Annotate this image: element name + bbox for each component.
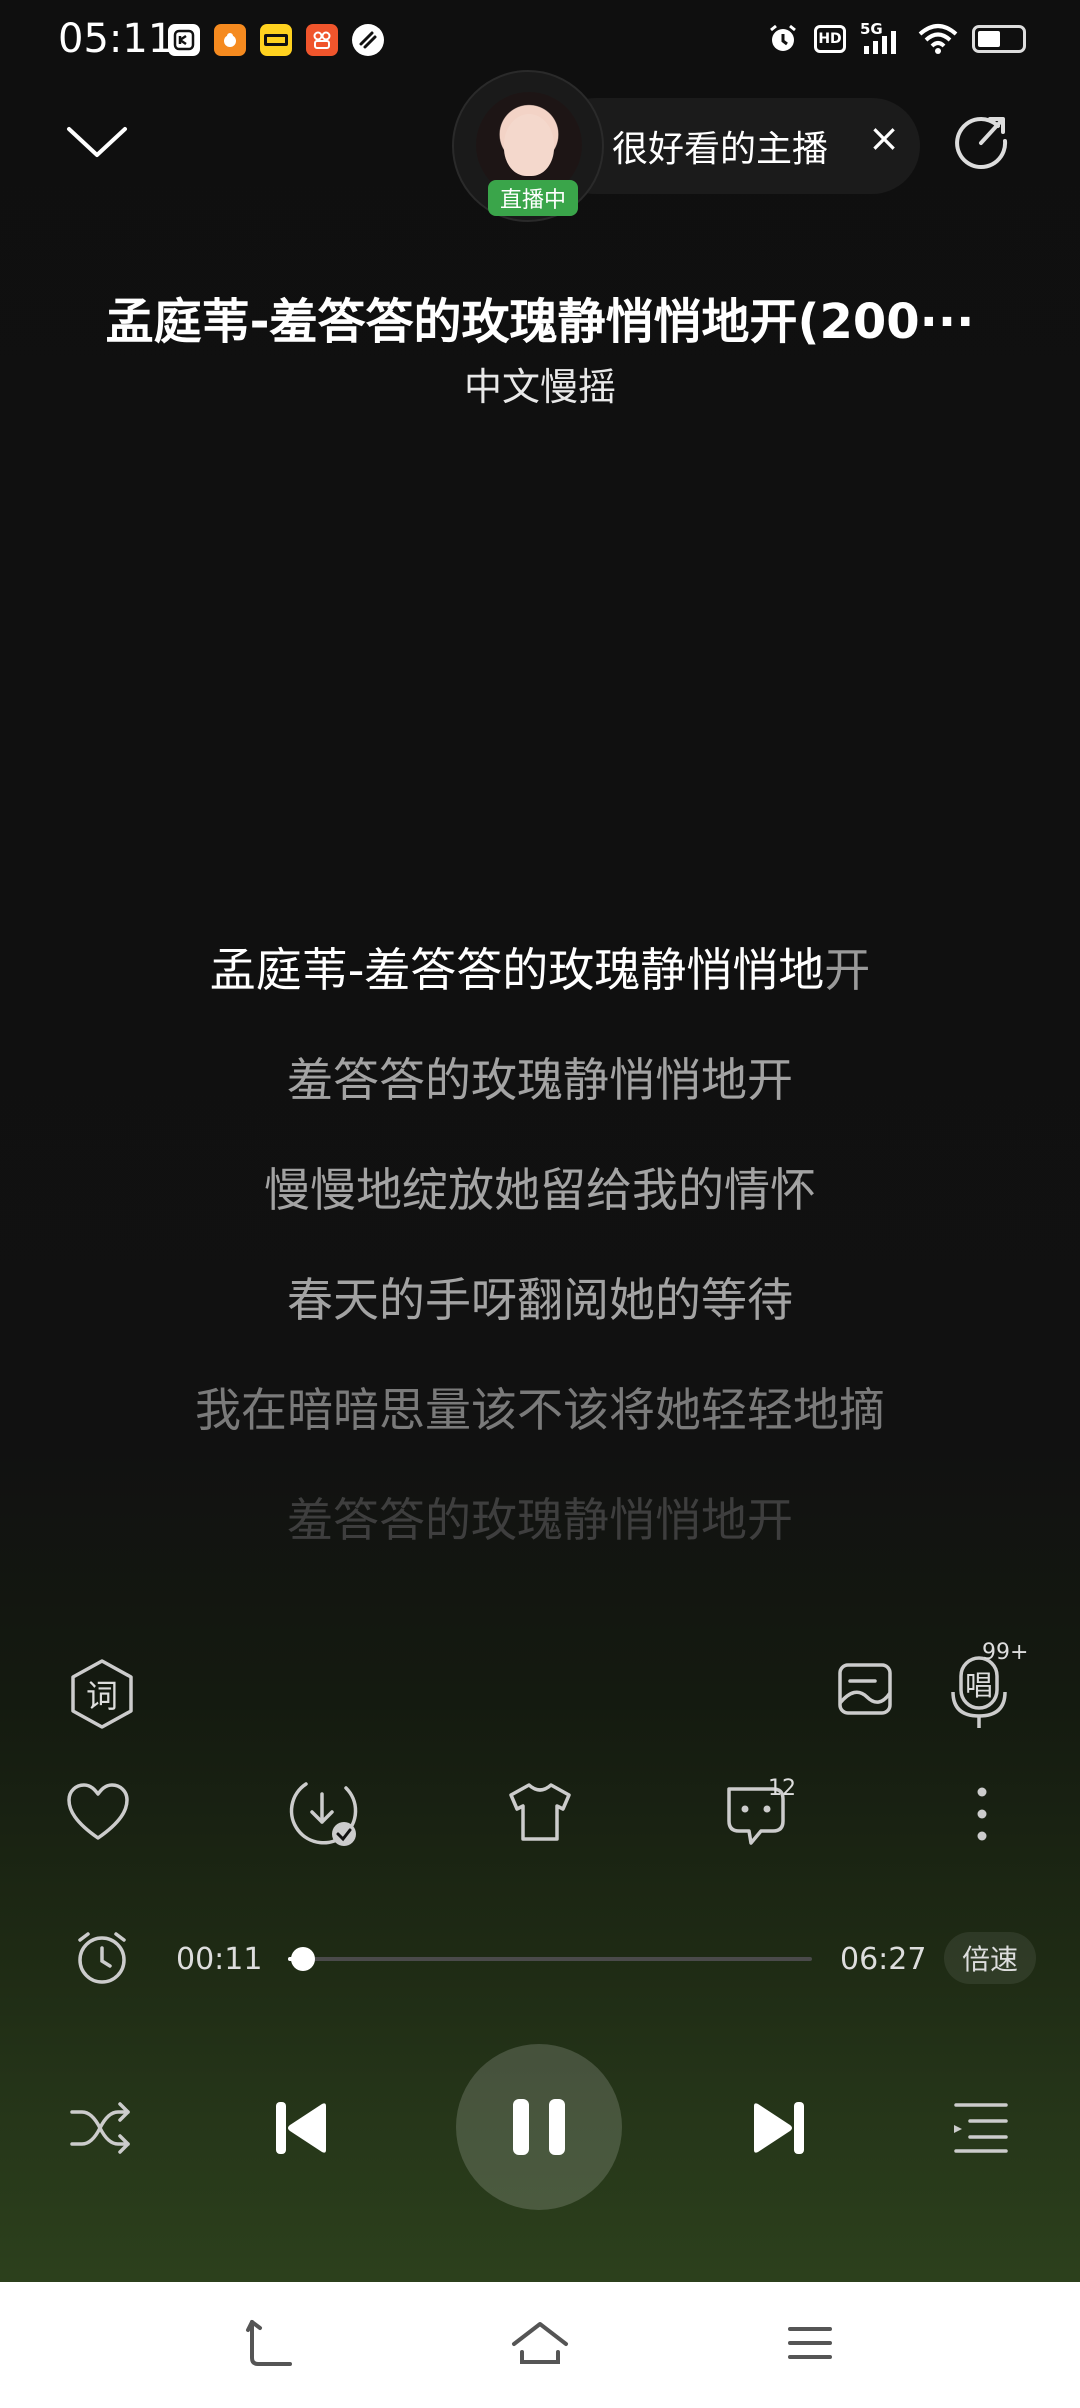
shuffle-button[interactable] [62,2090,138,2166]
chevron-down-icon [67,127,127,157]
lyric-line-active[interactable]: 孟庭苇-羞答答的玫瑰静悄悄地开 [0,934,1080,1000]
lyrics-poster-icon [838,1663,892,1715]
lyrics-poster-button[interactable] [830,1654,900,1724]
network-label: 5G [860,20,883,38]
home-icon [512,2322,568,2364]
sleep-timer-button[interactable] [70,1926,134,1990]
signal-icon: 5G [860,20,904,56]
sing-count-badge: 99+ [982,1640,1029,1665]
system-menu-button[interactable] [774,2310,846,2376]
skin-button[interactable] [504,1778,576,1846]
share-button[interactable] [950,110,1012,172]
song-subtitle[interactable]: 中文慢摇 [0,356,1080,411]
lyric-line[interactable]: 慢慢地绽放她留给我的情怀 [0,1154,1080,1220]
avatar-face [504,114,554,176]
battery-icon [972,25,1026,53]
skip-previous-icon [276,2102,326,2154]
total-time: 06:27 [840,1942,927,1977]
kuaikan-icon [260,24,292,56]
pause-button[interactable] [456,2044,622,2210]
status-time: 05:11 [58,16,174,62]
playlist-button[interactable] [944,2090,1016,2166]
lyric-remaining-part: 开 [824,943,871,997]
app-icon-1 [168,24,200,56]
more-vertical-icon [977,1787,987,1841]
hd-icon: HD [814,25,846,53]
alarm-clock-icon [78,1932,126,1984]
download-done-icon [289,1782,358,1846]
pause-icon [513,2099,565,2155]
close-icon: × [868,116,900,160]
live-close-button[interactable]: × [862,116,906,160]
current-time: 00:11 [176,1942,263,1977]
system-navigation-bar [0,2282,1080,2408]
app-icon-2 [214,24,246,56]
app-icon-5 [352,24,384,56]
back-icon [246,2320,292,2366]
shuffle-icon [70,2102,130,2154]
system-back-button[interactable] [234,2310,306,2376]
live-streamer-banner[interactable]: 直播中 很好看的主播 × [452,70,924,222]
live-streamer-text[interactable]: 很好看的主播 [612,120,828,172]
player-screen: 05:11 HD 5G 直播中 很好看的主播 × 孟庭苇-羞答答的玫瑰静悄悄地开… [0,0,1080,2408]
system-home-button[interactable] [504,2310,576,2376]
wifi-icon [918,22,958,56]
menu-icon [788,2327,832,2359]
lyric-line[interactable]: 羞答答的玫瑰静悄悄地开 [0,1484,1080,1550]
skip-next-icon [754,2102,804,2154]
lyrics-mode-label: 词 [85,1677,118,1715]
app-icon-4 [306,24,338,56]
alarm-icon [766,22,800,56]
heart-icon [67,1783,129,1840]
progress-thumb[interactable] [290,1947,315,1971]
status-right-icons: HD 5G [766,20,1026,56]
lyrics-mode-button[interactable]: 词 [62,1654,142,1734]
lyric-line[interactable]: 我在暗暗思量该不该将她轻轻地摘 [0,1374,1080,1440]
more-button[interactable] [962,1776,1002,1852]
live-badge: 直播中 [488,180,578,216]
song-title: 孟庭苇-羞答答的玫瑰静悄悄地开(200··· [105,294,975,350]
sing-label: 唱 [964,1669,993,1702]
lyric-line[interactable]: 春天的手呀翻阅她的等待 [0,1264,1080,1330]
next-button[interactable] [738,2090,818,2166]
progress-slider[interactable] [288,1947,812,1971]
collapse-button[interactable] [62,118,132,168]
share-icon [955,117,1008,170]
download-button[interactable] [286,1776,362,1852]
playback-speed-button[interactable]: 倍速 [944,1932,1036,1984]
notification-icons [168,24,384,56]
like-button[interactable] [62,1776,134,1848]
lyric-line[interactable]: 羞答答的玫瑰静悄悄地开 [0,1044,1080,1110]
lyric-sung-part: 孟庭苇-羞答答的玫瑰静悄悄地 [209,943,825,997]
previous-button[interactable] [262,2090,342,2166]
comment-count-badge: 12 [768,1776,796,1801]
tshirt-icon [509,1783,571,1841]
playlist-icon [954,2103,1008,2153]
